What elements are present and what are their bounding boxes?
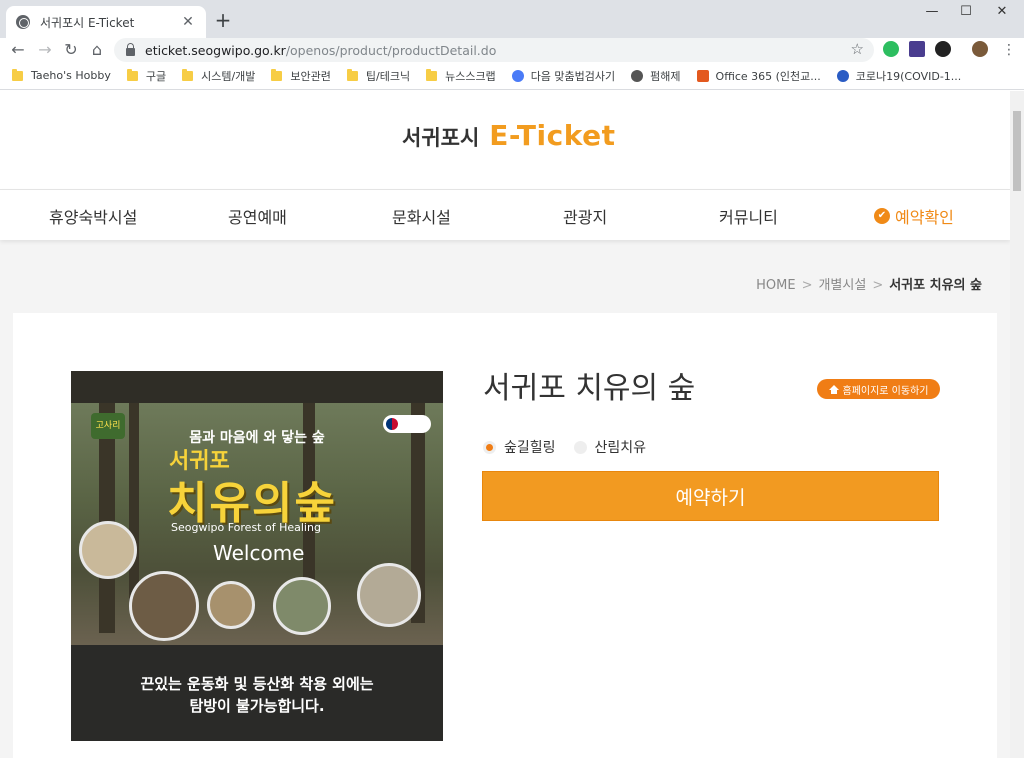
poster-top-band [71,371,443,403]
poster-welcome: Welcome [213,541,305,565]
option-forest-healing[interactable]: 숲길힐링 [483,437,556,457]
covid-site-icon [836,69,849,82]
homepage-link-button[interactable]: 홈페이지로 이동하기 [817,379,940,399]
reserve-button[interactable]: 예약하기 [482,471,939,521]
browser-toolbar: ← → ↻ ⌂ eticket.seogwipo.go.kr/openos/pr… [0,38,1024,62]
bookmark-item[interactable]: 팁/테크닉 [346,68,410,84]
bookmark-item[interactable]: 다음 맞춤법검사기 [511,68,615,84]
poster-notice: 끈있는 운동화 및 등산화 착용 외에는 탐방이 불가능합니다. [71,673,443,717]
profile-avatar[interactable] [972,41,988,57]
w-extension-icon[interactable] [935,41,951,57]
new-tab-button[interactable]: + [212,9,234,31]
folder-icon [182,68,194,81]
globe-icon [631,69,644,82]
product-title: 서귀포 치유의 숲 [483,371,696,406]
minimize-button[interactable]: — [914,0,950,26]
nav-item-culture[interactable]: 문화시설 [392,204,451,228]
folder-icon [271,68,283,81]
home-icon [828,384,839,394]
breadcrumb-separator: > [872,278,884,293]
bookmark-item[interactable]: 코로나19(COVID-1... [836,68,961,84]
radio-selected-icon[interactable] [483,440,496,454]
bookmark-item[interactable]: 보안관련 [271,68,331,84]
bookmark-item[interactable]: 시스템/개발 [182,68,255,84]
breadcrumb-section[interactable]: 개별시설 [818,278,866,293]
forward-arrow-icon[interactable]: → [34,39,56,61]
option-label: 숲길힐링 [504,440,556,456]
globe-icon [16,15,30,29]
page-scrollbar[interactable] [1010,91,1024,758]
tab-close-icon[interactable]: ✕ [180,14,196,30]
circle-photo [273,577,331,635]
radio-unselected-icon[interactable] [573,440,587,454]
office-icon [696,69,709,82]
option-forest-therapy[interactable]: 산림치유 [573,437,647,457]
bookmark-star-icon[interactable]: ☆ [851,40,864,58]
circle-photo [79,521,137,579]
bookmark-item[interactable]: Office 365 (인천교... [696,68,821,84]
poster-subtitle: 몸과 마음에 와 닿는 숲 [189,430,325,446]
circle-photo [357,563,421,627]
home-icon[interactable]: ⌂ [86,39,108,61]
folder-icon [126,68,138,81]
ia-extension-icon[interactable] [909,41,925,57]
browser-tab[interactable]: 서귀포시 E-Ticket ✕ [6,6,206,38]
poster-english-title: Seogwipo Forest of Healing [171,521,321,534]
bookmark-item[interactable]: 구글 [126,68,166,84]
url-text: eticket.seogwipo.go.kr/openos/product/pr… [145,42,497,58]
homepage-link-label: 홈페이지로 이동하기 [842,385,929,397]
browser-tabstrip: 서귀포시 E-Ticket ✕ + — ☐ ✕ [0,0,1024,38]
nav-item-community[interactable]: 커뮤니티 [719,204,778,228]
address-bar[interactable]: eticket.seogwipo.go.kr/openos/product/pr… [114,38,874,62]
window-close-button[interactable]: ✕ [984,0,1020,26]
maximize-button[interactable]: ☐ [948,0,984,26]
back-arrow-icon[interactable]: ← [7,39,29,61]
nav-item-reservation-check[interactable]: ✔ 예약확인 [874,204,954,228]
daum-icon [511,69,524,82]
notice-line: 탐방이 불가능합니다. [189,697,325,715]
circle-photo [129,571,199,641]
site-header: 서귀포시 E-Ticket [0,91,1010,190]
bookmark-item[interactable]: 펌해제 [631,68,681,84]
folder-icon [426,68,438,81]
bookmark-item[interactable]: Taeho's Hobby [12,68,111,82]
folder-icon [12,68,23,81]
scrollbar-thumb[interactable] [1013,111,1021,191]
circle-photo [207,581,255,629]
product-poster: 고사리 몸과 마음에 와 닿는 숲 서귀포 치유의숲 Seogwipo Fore… [71,371,443,741]
nav-item-performance[interactable]: 공연예매 [228,204,287,228]
folder-icon [346,68,358,81]
nav-item-lodging[interactable]: 휴양숙박시설 [49,204,137,228]
web-page: 서귀포시 E-Ticket 휴양숙박시설 공연예매 문화시설 관광지 커뮤니티 … [0,91,1010,758]
tab-title: 서귀포시 E-Ticket [40,15,135,30]
evernote-extension-icon[interactable] [883,41,899,57]
reload-icon[interactable]: ↻ [60,39,82,61]
breadcrumb: HOME > 개별시설 > 서귀포 치유의 숲 [756,274,982,293]
bookmarks-bar: Taeho's Hobby 구글 시스템/개발 보안관련 팁/테크닉 뉴스스크랩… [0,62,1024,90]
product-card: 고사리 몸과 마음에 와 닿는 숲 서귀포 치유의숲 Seogwipo Fore… [13,313,997,758]
check-circle-icon: ✔ [874,208,890,224]
site-logo[interactable]: 서귀포시 E-Ticket [402,119,615,152]
breadcrumb-separator: > [801,278,813,293]
logo-korean: 서귀포시 [402,126,480,150]
main-nav: 휴양숙박시설 공연예매 문화시설 관광지 커뮤니티 ✔ 예약확인 [0,190,1010,240]
program-options: 숲길힐링 산림치유 [483,437,664,457]
browser-menu-icon[interactable]: ⋮ [998,39,1020,61]
notice-line: 끈있는 운동화 및 등산화 착용 외에는 [140,675,374,693]
logo-english: E-Ticket [489,119,616,152]
option-label: 산림치유 [594,440,647,456]
nav-item-tourism[interactable]: 관광지 [563,204,607,228]
breadcrumb-current: 서귀포 치유의 숲 [889,278,982,293]
breadcrumb-home[interactable]: HOME [756,278,795,293]
nav-item-label: 예약확인 [895,208,954,227]
lock-icon [126,43,135,56]
bookmark-item[interactable]: 뉴스스크랩 [426,68,496,84]
